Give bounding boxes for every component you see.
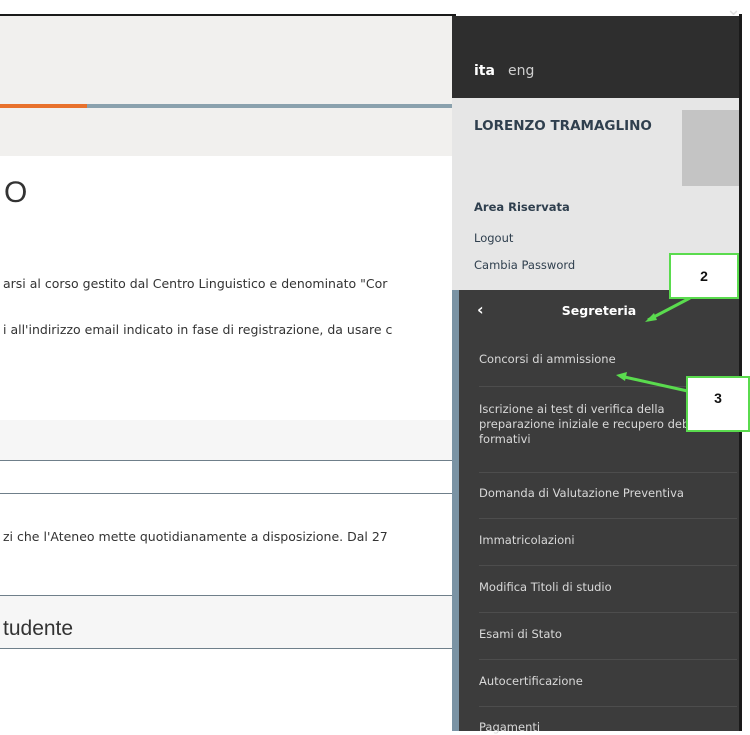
callout-2-arrowhead — [645, 313, 657, 322]
callout-number-2: 2 — [669, 253, 739, 299]
callout-3-arrowhead — [616, 372, 627, 381]
callout-number-3: 3 — [686, 376, 750, 432]
callout-arrows — [616, 296, 693, 394]
callout-3-arrow — [619, 374, 693, 394]
